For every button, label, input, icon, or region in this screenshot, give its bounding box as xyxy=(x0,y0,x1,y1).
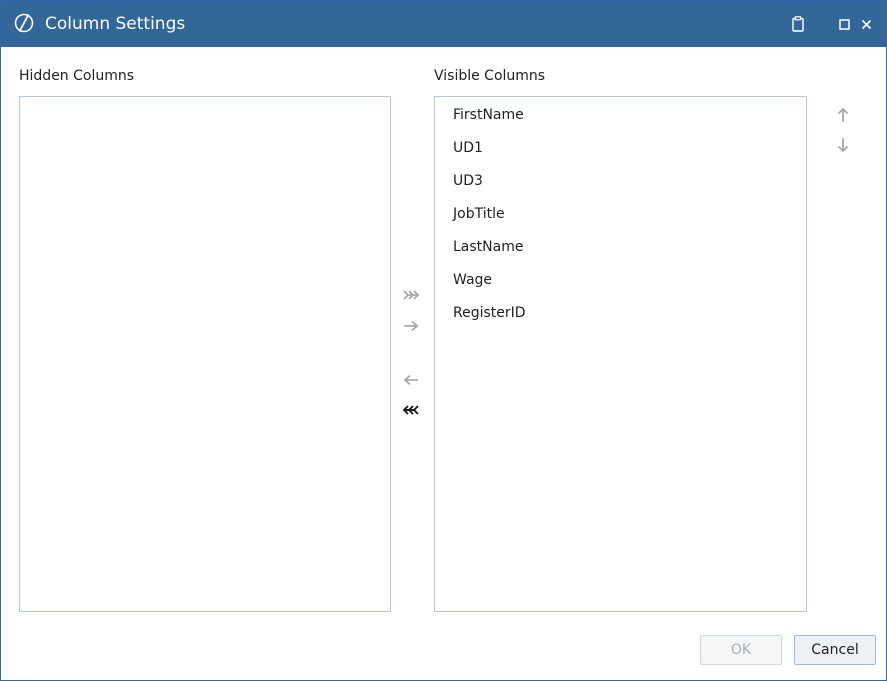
list-item-ud3[interactable]: UD3 xyxy=(453,173,483,189)
clipboard-icon xyxy=(792,16,804,32)
move-all-right-button[interactable] xyxy=(399,284,423,306)
arrow-left-icon xyxy=(403,374,418,386)
title-bar: Column Settings xyxy=(1,1,886,47)
list-item-registerid[interactable]: RegisterID xyxy=(453,305,526,321)
move-down-button[interactable] xyxy=(831,134,855,156)
list-item-jobtitle[interactable]: JobTitle xyxy=(453,206,505,222)
ok-button[interactable]: OK xyxy=(700,635,782,665)
list-item-ud1[interactable]: UD1 xyxy=(453,140,483,156)
maximize-icon xyxy=(838,18,850,30)
cancel-button[interactable]: Cancel xyxy=(794,635,876,665)
double-arrow-left-icon xyxy=(402,405,419,415)
window-title: Column Settings xyxy=(45,14,186,34)
column-settings-dialog: Column Settings Hidden Columns Visible C… xyxy=(0,0,887,681)
visible-columns-list[interactable]: FirstName UD1 UD3 JobTitle LastName Wage… xyxy=(434,96,807,612)
move-left-button[interactable] xyxy=(399,369,423,391)
close-icon xyxy=(861,19,871,29)
list-item-firstname[interactable]: FirstName xyxy=(453,107,524,123)
arrow-right-icon xyxy=(404,320,419,332)
list-item-wage[interactable]: Wage xyxy=(453,272,492,288)
list-item-lastname[interactable]: LastName xyxy=(453,239,523,255)
hidden-columns-list[interactable] xyxy=(19,96,391,612)
close-button[interactable] xyxy=(857,13,875,35)
move-all-left-button[interactable] xyxy=(399,399,423,421)
ostendo-logo-icon xyxy=(14,13,34,33)
visible-columns-label: Visible Columns xyxy=(434,68,546,84)
move-up-button[interactable] xyxy=(831,104,855,126)
arrow-up-icon xyxy=(837,107,849,122)
double-arrow-right-icon xyxy=(403,290,420,300)
move-right-button[interactable] xyxy=(399,315,423,337)
maximize-button[interactable] xyxy=(835,13,853,35)
arrow-down-icon xyxy=(837,138,849,153)
hidden-columns-label: Hidden Columns xyxy=(19,68,135,84)
clipboard-button[interactable] xyxy=(789,13,807,35)
